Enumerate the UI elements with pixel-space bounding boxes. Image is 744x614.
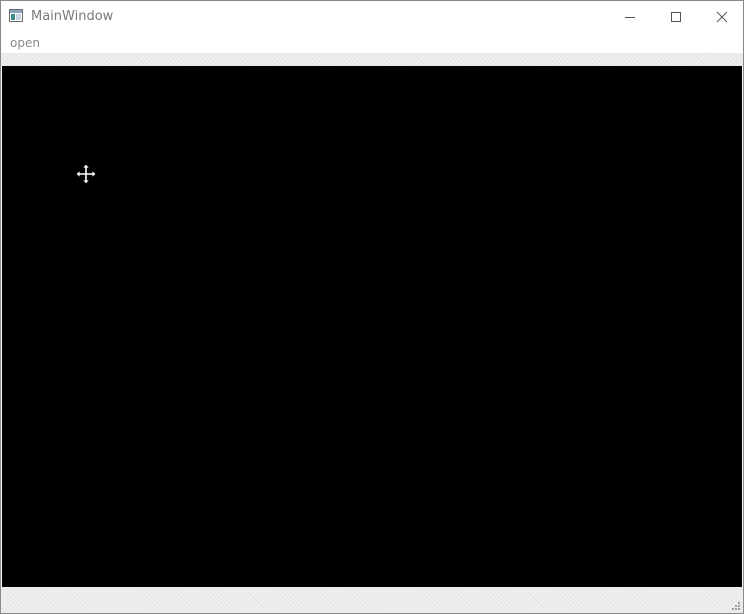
move-cursor-icon: [75, 163, 97, 185]
close-button[interactable]: [699, 1, 743, 32]
window-title: MainWindow: [31, 9, 114, 24]
image-canvas[interactable]: [2, 66, 742, 587]
toolbar-area: [1, 53, 743, 66]
window-app-icon: [9, 9, 23, 22]
maximize-button[interactable]: [653, 1, 699, 32]
minimize-button[interactable]: [607, 1, 653, 32]
menu-bar: open: [1, 32, 743, 53]
title-bar[interactable]: MainWindow: [1, 1, 743, 32]
close-icon: [716, 11, 728, 23]
status-bar: [1, 587, 743, 613]
minimize-icon: [625, 17, 635, 18]
main-window: MainWindow open: [0, 0, 744, 614]
maximize-icon: [671, 12, 681, 22]
size-grip-icon[interactable]: [731, 601, 741, 611]
menu-item-open[interactable]: open: [10, 36, 40, 51]
